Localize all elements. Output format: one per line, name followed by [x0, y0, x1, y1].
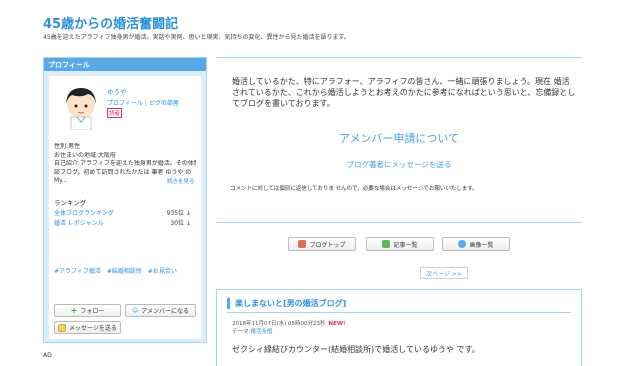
theme-link[interactable]: 婚活全般 [250, 329, 272, 335]
article-list-button[interactable]: 記事一覧 [366, 237, 434, 251]
ranking-label[interactable]: 婚活 レポジャンル [54, 220, 104, 227]
envelope-icon [58, 323, 67, 332]
ranking-value: 935位 ↓ [166, 210, 191, 217]
profile-links: プロフィール | ピグの部屋 [107, 98, 179, 107]
ranking-label[interactable]: 全体ブログランキング [54, 210, 114, 217]
main-middle-divider [216, 222, 582, 223]
nickname-link[interactable]: ゆうや [107, 86, 127, 96]
article-title[interactable]: 楽しまないと[男の婚活ブログ] [227, 298, 346, 309]
next-page-button[interactable]: 次ページ >> [420, 267, 468, 279]
article-date: 2018年11月07日(水) 05時00分23秒 NEW! [232, 319, 345, 327]
hashtag-list: #アラフィフ婚活 #結婚相談所 #お見合い [54, 266, 181, 275]
read-more-link[interactable]: 続きを見る [167, 177, 195, 185]
blog-description: 45歳を迎えたアラフィフ独身男が婚活。実話や実例、思いと現実、気持ちの変化、異性… [43, 34, 350, 41]
hashtag[interactable]: #お見合い [148, 268, 177, 275]
ranking-row-overall: 全体ブログランキング 935位 ↓ [54, 208, 196, 217]
amember-button[interactable]: ☺ アメンバーになる [125, 304, 196, 317]
amember-info-title: アメンバー申請について [338, 132, 460, 145]
intro-line-1: 自己紹介:アラフィフを迎えた独身男が婚活。その体験 [54, 160, 196, 167]
ranking-title: ランキング [54, 199, 87, 207]
document-icon [382, 240, 391, 248]
link-separator: | [144, 100, 147, 107]
new-badge: NEW! [328, 321, 346, 327]
send-message-button[interactable]: メッセージを送る [54, 321, 121, 334]
article-theme: テーマ:婚活全般 [232, 327, 272, 335]
follow-label: フォロー [80, 308, 105, 315]
article-body: ゼクシィ縁結びカウンター(結婚相談所)で婚活しているゆうや です。 [232, 345, 480, 354]
follow-button[interactable]: + フォロー [54, 304, 121, 317]
hashtag[interactable]: #結婚相談所 [107, 268, 142, 275]
message-label: メッセージを送る [69, 325, 117, 332]
avatar[interactable] [59, 84, 103, 130]
blog-intro-text: 婚活しているかた、特にアラフォー、アラフィフの皆さん、一緒に頑張りましょう。現在… [232, 77, 576, 108]
main-top-divider [216, 57, 582, 58]
article-card: 楽しまないと[男の婚活ブログ] 2018年11月07日(水) 05時00分23秒… [216, 289, 582, 366]
ranking-row-genre: 婚活 レポジャンル 30位 ↓ [54, 218, 196, 227]
blog-top-button[interactable]: ブログトップ [288, 237, 356, 251]
profile-link[interactable]: プロフィール [107, 100, 143, 107]
profile-panel: ゆうや プロフィール | ピグの部屋 読者 性別:男性 お住まいの地域:大阪府 自己… [49, 76, 201, 339]
profile-sidebar: プロフィール ゆうや プロフィール | ピグの部屋 読者 性別:男性 お住まいの地域… [43, 57, 207, 343]
message-author-link[interactable]: ブログ著者にメッセージを送る [216, 159, 582, 170]
comment-note: コメントに対しては個別に返信しておりま せんので、必要な場合はメッセージでお願い… [230, 186, 478, 192]
intro-line-2: 談ブログ。初めて訪問されたかたは 筆者 ゆうや の [54, 168, 192, 176]
plus-icon: + [70, 306, 78, 315]
image-icon [458, 240, 467, 248]
image-list-label: 画像一覧 [469, 241, 494, 249]
ad-label: AD [43, 352, 52, 359]
smile-icon: ☺ [132, 307, 139, 314]
blog-top-label: ブログトップ [309, 241, 346, 249]
theme-label: テーマ: [232, 329, 251, 335]
image-list-button[interactable]: 画像一覧 [442, 237, 510, 251]
gender-text: 性別:男性 [54, 143, 81, 150]
room-link[interactable]: ピグの部屋 [149, 100, 179, 107]
article-title-divider [227, 312, 571, 313]
amember-label: アメンバーになる [141, 308, 189, 315]
article-list-label: 記事一覧 [393, 241, 418, 249]
location-text: お住まいの地域:大阪府 [54, 151, 117, 159]
ranking-value: 30位 ↓ [170, 220, 191, 227]
blog-icon [298, 240, 307, 248]
reader-badge[interactable]: 読者 [107, 108, 123, 118]
blog-title[interactable]: 45歳からの婚活奮闘記 [43, 13, 178, 32]
hashtag[interactable]: #アラフィフ婚活 [54, 268, 101, 275]
profile-header: プロフィール [44, 58, 206, 71]
